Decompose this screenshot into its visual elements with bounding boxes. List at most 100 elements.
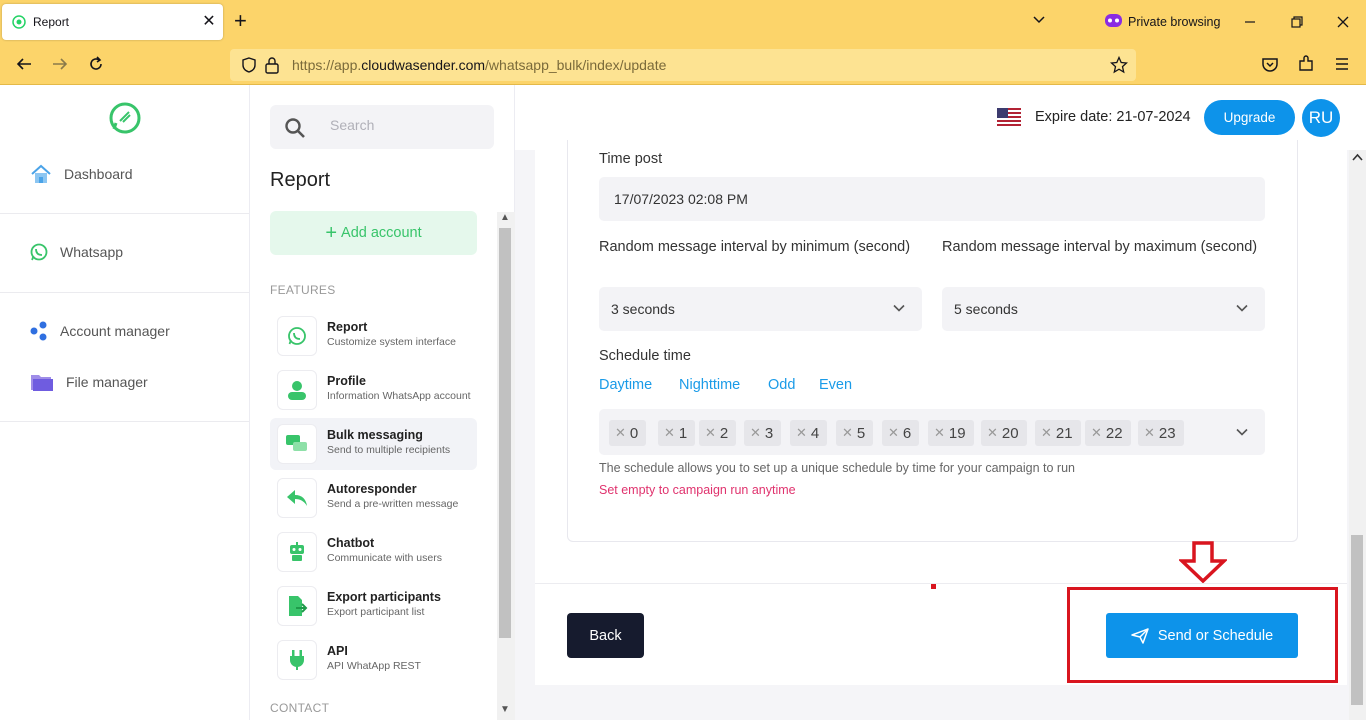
nav-item-dashboard[interactable]: Dashboard [30,162,133,186]
forward-arrow-icon[interactable] [50,54,70,74]
remove-icon[interactable]: ✕ [705,425,716,441]
scroll-down-icon[interactable]: ▼ [500,704,510,715]
shield-icon[interactable] [240,56,258,74]
feature-title: Report [327,320,368,334]
remove-icon[interactable]: ✕ [1091,425,1102,441]
main-scrollbar[interactable] [1349,150,1366,720]
hour-chip: ✕ 1 [658,420,696,446]
max-interval-select[interactable]: 5 seconds [942,287,1265,331]
url-text[interactable]: https://app.cloudwasender.com/whatsapp_b… [292,57,666,73]
feature-item-api[interactable]: API API WhatApp REST [270,634,477,686]
search-input[interactable] [330,117,480,133]
remove-icon[interactable]: ✕ [987,425,998,441]
divider [0,213,249,214]
minimize-icon[interactable] [1240,12,1260,32]
add-account-button[interactable]: + Add account [270,211,477,255]
hour-chip: ✕ 19 [928,420,974,446]
scroll-up-icon[interactable]: ▲ [500,212,510,223]
remove-icon[interactable]: ✕ [934,425,945,441]
annotation-dot [931,584,936,589]
lock-icon[interactable] [264,56,280,74]
close-icon[interactable]: ✕ [199,11,219,31]
scrollbar-thumb[interactable] [1351,535,1363,705]
pocket-icon[interactable] [1260,54,1280,74]
feature-desc: API WhatApp REST [327,660,421,672]
browser-nav-bar: https://app.cloudwasender.com/whatsapp_b… [0,44,1366,85]
quick-select-even[interactable]: Even [819,377,852,393]
reply-icon [277,478,317,518]
hour-chip: ✕ 4 [790,420,828,446]
hour-chip: ✕ 20 [981,420,1027,446]
plug-icon [277,640,317,680]
min-interval-label: Random message interval by minimum (seco… [599,239,911,255]
feature-item-autoresponder[interactable]: Autoresponder Send a pre-written message [270,472,477,524]
hour-chip: ✕ 3 [744,420,782,446]
whatsapp-icon [12,15,26,29]
scroll-up-icon[interactable] [1352,153,1363,161]
reload-icon[interactable] [86,54,106,74]
feature-desc: Send a pre-written message [327,498,459,510]
upgrade-button[interactable]: Upgrade [1204,100,1295,135]
divider [535,583,1347,584]
avatar[interactable]: RU [1302,99,1340,137]
feature-item-export-participants[interactable]: Export participants Export participant l… [270,580,477,632]
us-flag-icon[interactable] [997,108,1021,126]
nav-item-label: Whatsapp [60,244,124,260]
highlight-box [1067,587,1338,683]
panel-scrollbar[interactable]: ▲ ▼ [497,212,515,720]
remove-icon[interactable]: ✕ [888,425,899,441]
tab-title: Report [33,15,70,29]
chevron-down-icon[interactable] [1031,12,1047,28]
remove-icon[interactable]: ✕ [796,425,807,441]
restore-icon[interactable] [1287,12,1307,32]
nav-item-whatsapp[interactable]: Whatsapp [30,240,123,264]
close-window-icon[interactable] [1333,12,1353,32]
time-post-input[interactable]: 17/07/2023 02:08 PM [599,177,1265,221]
star-icon[interactable] [1110,56,1128,74]
quick-select-odd[interactable]: Odd [768,377,795,393]
search-box[interactable] [270,105,494,149]
feature-item-report[interactable]: Report Customize system interface [270,310,477,362]
export-icon [277,586,317,626]
hour-chip: ✕ 0 [609,420,647,446]
max-interval-value: 5 seconds [954,301,1018,317]
remove-icon[interactable]: ✕ [842,425,853,441]
nav-item-account-manager[interactable]: Account manager [30,319,170,343]
feature-title: Chatbot [327,536,375,550]
browser-tab[interactable]: Report ✕ [2,4,223,40]
new-tab-icon[interactable]: + [234,9,247,33]
hour-chip: ✕ 2 [699,420,737,446]
menu-icon[interactable] [1332,54,1352,74]
extensions-icon[interactable] [1296,54,1316,74]
quick-select-nighttime[interactable]: Nighttime [679,377,740,393]
left-sidebar: Dashboard Whatsapp Account manager File … [0,85,250,720]
remove-icon[interactable]: ✕ [1144,425,1155,441]
back-button[interactable]: Back [567,613,644,658]
remove-icon[interactable]: ✕ [664,425,675,441]
feature-title: Bulk messaging [327,428,423,442]
scrollbar-thumb[interactable] [499,228,511,638]
nav-item-file-manager[interactable]: File manager [30,370,148,394]
back-arrow-icon[interactable] [14,54,34,74]
remove-icon[interactable]: ✕ [1041,425,1052,441]
robot-icon [277,532,317,572]
feature-item-profile[interactable]: Profile Information WhatsApp account [270,364,477,416]
url-bar[interactable]: https://app.cloudwasender.com/whatsapp_b… [230,49,1136,81]
nav-item-label: Account manager [60,323,170,339]
feature-title: Export participants [327,590,441,604]
feature-item-chatbot[interactable]: Chatbot Communicate with users [270,526,477,578]
feature-desc: Customize system interface [327,336,456,348]
hour-chip: ✕ 6 [882,420,920,446]
chat-icon [277,424,317,464]
logo-icon[interactable] [109,102,141,134]
browser-tab-bar: Report ✕ + Private browsing [0,0,1366,44]
schedule-warning-text: Set empty to campaign run anytime [599,483,796,497]
folder-icon [31,375,53,391]
remove-icon[interactable]: ✕ [750,425,761,441]
remove-icon[interactable]: ✕ [615,425,626,441]
feature-item-bulk-messaging[interactable]: Bulk messaging Send to multiple recipien… [270,418,477,470]
quick-select-daytime[interactable]: Daytime [599,377,652,393]
schedule-help-text: The schedule allows you to set up a uniq… [599,461,1075,475]
divider [0,421,249,422]
min-interval-select[interactable]: 3 seconds [599,287,922,331]
